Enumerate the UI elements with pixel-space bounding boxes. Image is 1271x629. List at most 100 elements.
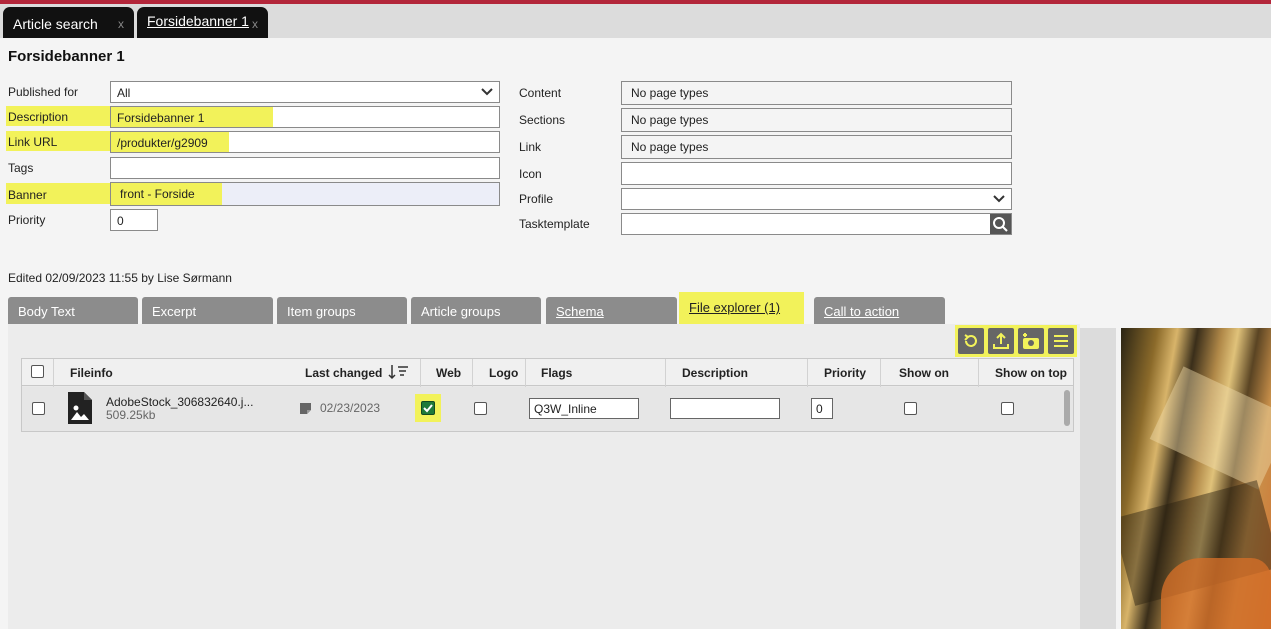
banner-field[interactable]: front - Forside — [110, 182, 500, 206]
table-row[interactable]: AdobeStock_306832640.j... 509.25kb 02/23… — [22, 387, 1073, 431]
profile-select[interactable] — [621, 188, 1012, 210]
close-icon[interactable]: x — [118, 17, 124, 31]
tab-label: Body Text — [18, 304, 75, 319]
tab-label: Call to action — [824, 304, 900, 319]
tab-label: Article groups — [421, 304, 501, 319]
note-icon — [300, 403, 311, 414]
page-title: Forsidebanner 1 — [8, 48, 125, 65]
tasktemplate-field[interactable] — [621, 213, 1012, 235]
image-file-icon — [68, 392, 92, 424]
tab-call-to-action[interactable]: Call to action — [814, 297, 945, 324]
web-checkbox[interactable] — [421, 401, 435, 415]
tab-article-groups[interactable]: Article groups — [411, 297, 541, 324]
show-on-header: Show on — [899, 366, 949, 380]
tab-item-groups[interactable]: Item groups — [277, 297, 407, 324]
last-changed-header[interactable]: Last changed — [305, 366, 382, 380]
show-on-top-header: Show on top — [995, 366, 1067, 380]
show-on-checkbox[interactable] — [904, 402, 917, 415]
window-tab-bar: Article search x Forsidebanner 1 x — [0, 4, 1271, 38]
check-icon — [423, 404, 433, 413]
upload-icon — [993, 332, 1009, 349]
table-header: Fileinfo Last changed Web Logo Flags Des… — [22, 359, 1073, 386]
description-header: Description — [682, 366, 749, 380]
tab-article-search[interactable]: Article search x — [3, 7, 134, 38]
published-for-label: Published for — [8, 85, 79, 99]
tab-schema[interactable]: Schema — [546, 297, 677, 324]
search-icon — [993, 217, 1008, 232]
close-icon[interactable]: x — [252, 17, 258, 31]
show-on-top-checkbox[interactable] — [1001, 402, 1014, 415]
tab-forsidebanner-1[interactable]: Forsidebanner 1 x — [137, 7, 268, 38]
preview-strip — [1080, 328, 1116, 629]
link-label: Link — [519, 140, 542, 154]
file-table: Fileinfo Last changed Web Logo Flags Des… — [21, 358, 1074, 432]
tab-excerpt[interactable]: Excerpt — [142, 297, 273, 324]
profile-label: Profile — [519, 192, 554, 206]
flags-header: Flags — [541, 366, 573, 380]
upload-button[interactable] — [988, 328, 1014, 354]
flags-input[interactable]: Q3W_Inline — [529, 398, 639, 419]
logo-checkbox[interactable] — [474, 402, 487, 415]
link-url-value: /produkter/g2909 — [117, 136, 208, 150]
tab-label: File explorer (1) — [689, 300, 781, 315]
row-select-checkbox[interactable] — [32, 402, 45, 415]
link-field[interactable]: No page types — [621, 135, 1012, 159]
add-photo-button[interactable] — [1018, 328, 1044, 354]
chevron-down-icon — [993, 195, 1005, 203]
tab-label: Schema — [556, 304, 604, 319]
icon-field[interactable] — [621, 162, 1012, 185]
logo-header: Logo — [489, 366, 519, 380]
fileinfo-header: Fileinfo — [70, 366, 113, 380]
add-photo-icon — [1023, 333, 1039, 349]
sections-value: No page types — [631, 113, 709, 127]
tab-label: Item groups — [287, 304, 356, 319]
published-for-value: All — [117, 86, 131, 100]
select-all-checkbox[interactable] — [31, 365, 44, 378]
image-preview — [1121, 328, 1271, 629]
tab-label: Article search — [13, 16, 98, 32]
menu-icon — [1054, 335, 1068, 347]
tab-label: Forsidebanner 1 — [147, 13, 249, 29]
edited-info: Edited 02/09/2023 11:55 by Lise Sørmann — [8, 271, 232, 285]
file-name[interactable]: AdobeStock_306832640.j... — [106, 395, 253, 409]
chevron-down-icon — [481, 88, 493, 96]
priority-header: Priority — [824, 366, 867, 380]
priority-field[interactable]: 0 — [110, 209, 158, 231]
priority-input[interactable]: 0 — [811, 398, 833, 419]
tab-body-text[interactable]: Body Text — [8, 297, 138, 324]
sections-label: Sections — [519, 113, 566, 127]
tags-label: Tags — [8, 161, 34, 175]
scrollbar[interactable] — [1064, 390, 1070, 426]
blur-3 — [1161, 558, 1271, 629]
description-input[interactable] — [670, 398, 780, 419]
tasktemplate-label: Tasktemplate — [519, 217, 590, 231]
menu-button[interactable] — [1048, 328, 1074, 354]
sections-field[interactable]: No page types — [621, 108, 1012, 132]
priority-label: Priority — [8, 213, 46, 227]
web-header: Web — [436, 366, 462, 380]
description-label: Description — [6, 106, 110, 126]
description-field[interactable]: Forsidebanner 1 — [110, 106, 500, 128]
description-value: Forsidebanner 1 — [117, 111, 205, 125]
link-url-label: Link URL — [6, 131, 110, 151]
content-field[interactable]: No page types — [621, 81, 1012, 105]
content-label: Content — [519, 86, 562, 100]
tab-label: Excerpt — [152, 304, 197, 319]
link-url-field[interactable]: /produkter/g2909 — [110, 131, 500, 153]
sort-icon[interactable] — [388, 363, 410, 381]
published-for-select[interactable]: All — [110, 81, 500, 103]
refresh-button[interactable] — [958, 328, 984, 354]
last-changed-date: 02/23/2023 — [320, 401, 381, 415]
link-value: No page types — [631, 140, 709, 154]
tab-file-explorer[interactable]: File explorer (1) — [679, 292, 804, 328]
content-value: No page types — [631, 86, 709, 100]
file-toolbar — [955, 325, 1077, 357]
icon-label: Icon — [519, 167, 542, 181]
search-button[interactable] — [990, 214, 1011, 234]
priority-value: 0 — [117, 214, 124, 228]
web-checkbox-highlight — [415, 394, 441, 422]
blur-1 — [1149, 366, 1271, 490]
file-size: 509.25kb — [106, 408, 156, 422]
refresh-icon — [964, 334, 977, 347]
tags-field[interactable] — [110, 157, 500, 179]
